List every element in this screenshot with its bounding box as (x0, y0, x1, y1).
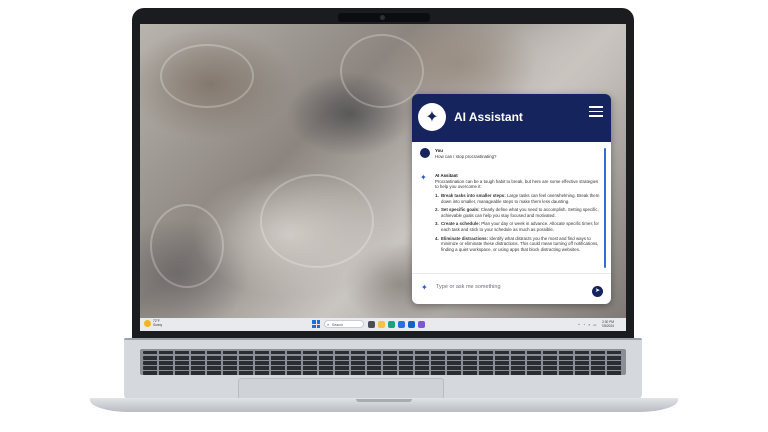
list-item: 2. Set specific goals: Clearly define wh… (435, 207, 600, 218)
user-message: You How can I stop procrastinating? (420, 148, 603, 159)
weather-desc: Sunny (153, 322, 163, 327)
sparkle-icon: ✦ (421, 283, 428, 292)
windows-start-icon[interactable] (312, 320, 320, 328)
step-title: Set specific goals: (441, 207, 480, 213)
task-view-icon[interactable] (368, 320, 375, 328)
key-row (143, 356, 623, 360)
key-row (143, 351, 623, 354)
wifi-icon[interactable]: ◔ (583, 323, 585, 327)
ai-message: ✦ AI Assitant Procrastination can be a t… (420, 173, 603, 255)
lid-notch (356, 399, 412, 402)
chat-area: You How can I stop procrastinating? ✦ AI… (412, 142, 611, 274)
wallpaper-swirl (150, 204, 224, 288)
send-icon[interactable]: ➤ (592, 286, 603, 297)
user-avatar (420, 148, 430, 158)
battery-icon[interactable]: ▭ (593, 323, 596, 327)
clock-date: 7/8/2024 (601, 323, 614, 328)
hamburger-menu-icon[interactable] (589, 106, 603, 117)
copilot-icon[interactable] (418, 320, 425, 328)
chevron-up-icon[interactable]: ^ (578, 323, 580, 327)
step-title: Break tasks into smaller steps: (441, 192, 506, 198)
wallpaper-swirl (160, 44, 254, 108)
list-item: 3. Create a schedule: Plan your day or w… (435, 221, 600, 232)
step-title: Create a schedule: (441, 221, 481, 227)
user-message-text: How can I stop procrastinating? (435, 153, 497, 159)
wallpaper-swirl (260, 174, 374, 268)
desktop-screen: ✦ AI Assistant You How can I stop procra… (140, 24, 626, 331)
taskbar-search[interactable]: Search (324, 320, 364, 329)
step-title: Eliminate distractions: (441, 235, 489, 241)
assistant-header: ✦ AI Assistant (412, 94, 611, 142)
edge-icon[interactable] (388, 320, 395, 328)
assistant-title: AI Assistant (454, 110, 523, 124)
volume-icon[interactable]: ◖ (588, 323, 590, 327)
taskbar: 72°F Sunny Search ^ ◔ ◖ ▭ 2:30 PM 7/8/20… (140, 318, 626, 331)
store-icon[interactable] (398, 320, 405, 328)
ai-assistant-panel: ✦ AI Assistant You How can I stop procra… (412, 94, 611, 304)
chat-input-bar[interactable]: ✦ Type or ask me something ➤ (412, 273, 611, 304)
folder-icon[interactable] (378, 320, 385, 328)
sparkle-icon: ✦ (418, 103, 446, 131)
system-tray: ^ ◔ ◖ ▭ 2:30 PM 7/8/2024 (575, 320, 614, 328)
webcam-lens (380, 15, 385, 20)
weather-widget[interactable]: 72°F Sunny (144, 319, 163, 328)
sun-icon (144, 320, 151, 328)
taskbar-center: Search (312, 320, 428, 329)
ai-sparkle-icon: ✦ (420, 173, 427, 183)
list-item: 4. Eliminate distractions: Identify what… (435, 236, 600, 253)
list-item: 1. Break tasks into smaller steps: Large… (435, 193, 600, 204)
key-row (143, 361, 623, 365)
key-row (143, 366, 623, 370)
key-row (143, 371, 623, 375)
mail-icon[interactable] (408, 320, 415, 328)
ai-steps-list: 1. Break tasks into smaller steps: Large… (435, 193, 600, 252)
ai-intro-text: Procrastination can be a tough habit to … (435, 178, 599, 190)
clock[interactable]: 2:30 PM 7/8/2024 (601, 320, 614, 328)
chat-input[interactable]: Type or ask me something (436, 284, 501, 290)
